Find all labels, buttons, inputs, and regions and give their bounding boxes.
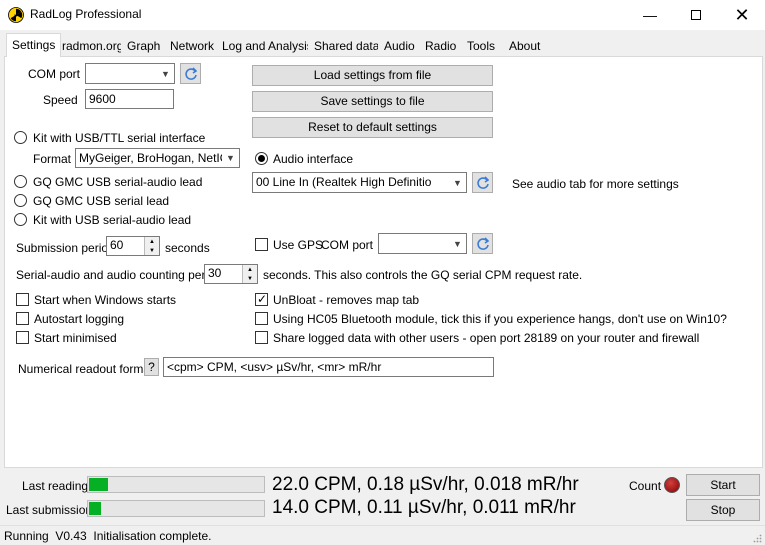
start-minimised-label: Start minimised	[34, 331, 117, 345]
radio-usb-ttl[interactable]	[14, 131, 27, 144]
minimize-button[interactable]: —	[627, 0, 673, 30]
last-reading-fill	[89, 478, 109, 491]
speed-input[interactable]: 9600	[85, 89, 174, 109]
tab-settings[interactable]: Settings	[6, 33, 62, 57]
close-icon: ✕	[734, 4, 750, 25]
close-button[interactable]: ✕	[719, 0, 765, 30]
format-label: Format	[33, 152, 72, 166]
tab-graph[interactable]: Graph	[121, 36, 167, 56]
com-port-label: COM port	[28, 67, 81, 81]
readout-format-input[interactable]: <cpm> CPM, <usv> µSv/hr, <mr> mR/hr	[163, 357, 494, 377]
tab-radmon[interactable]: radmon.org	[56, 36, 130, 56]
hc05-checkbox[interactable]	[255, 312, 268, 325]
autostart-logging-checkbox[interactable]	[16, 312, 29, 325]
minimize-icon: —	[643, 7, 657, 23]
last-submission-fill	[89, 502, 102, 515]
maximize-button[interactable]	[673, 0, 719, 30]
use-gps-label: Use GPS	[273, 238, 324, 252]
start-button[interactable]: Start	[686, 474, 760, 496]
unbloat-checkbox[interactable]: ✓	[255, 292, 268, 306]
counting-period-label: Serial-audio and audio counting period	[16, 268, 222, 282]
usb-ttl-label: Kit with USB/TTL serial interface	[33, 131, 206, 145]
radiation-icon	[8, 7, 24, 23]
load-settings-button[interactable]: Load settings from file	[252, 65, 493, 86]
submission-period-unit: seconds	[165, 241, 210, 255]
count-led-indicator	[664, 477, 680, 493]
tab-audio[interactable]: Audio	[378, 36, 421, 56]
gq-audio-label: GQ GMC USB serial-audio lead	[33, 175, 203, 189]
last-reading-value: 22.0 CPM, 0.18 µSv/hr, 0.018 mR/hr	[272, 474, 579, 495]
tab-shared-data[interactable]: Shared data	[308, 36, 386, 56]
com-port-select[interactable]: ▼	[85, 63, 175, 84]
start-minimised-checkbox[interactable]	[16, 331, 29, 344]
gps-refresh-button[interactable]	[472, 233, 493, 254]
start-with-windows-label: Start when Windows starts	[34, 293, 177, 307]
radio-audio-interface[interactable]	[255, 152, 268, 165]
spin-down-icon[interactable]: ▼	[144, 246, 159, 255]
start-with-windows-checkbox[interactable]	[16, 293, 29, 306]
radio-kit-usb-audio[interactable]	[14, 213, 27, 226]
counting-period-suffix: seconds. This also controls the GQ seria…	[263, 268, 583, 282]
audio-device-select[interactable]: 00 Line In (Realtek High Definitio ▼	[252, 172, 467, 193]
chevron-down-icon: ▼	[449, 173, 466, 192]
radio-gq-audio[interactable]	[14, 175, 27, 188]
checkmark-icon: ✓	[257, 292, 268, 306]
kit-usb-audio-label: Kit with USB serial-audio lead	[33, 213, 192, 227]
use-gps-checkbox[interactable]	[255, 238, 268, 251]
audio-refresh-button[interactable]	[472, 172, 493, 193]
last-submission-progress	[87, 500, 265, 517]
audio-tab-note: See audio tab for more settings	[512, 177, 679, 191]
window-title: RadLog Professional	[30, 7, 142, 21]
tab-network[interactable]: Network	[164, 36, 221, 56]
tab-log-analysis[interactable]: Log and Analysis	[216, 36, 319, 56]
chevron-down-icon: ▼	[157, 64, 174, 83]
hc05-label: Using HC05 Bluetooth module, tick this i…	[273, 312, 727, 326]
refresh-icon	[184, 66, 197, 80]
reset-settings-button[interactable]: Reset to default settings	[252, 117, 493, 138]
tab-tools[interactable]: Tools	[461, 36, 502, 56]
share-data-checkbox[interactable]	[255, 331, 268, 344]
tab-about[interactable]: About	[503, 36, 547, 56]
autostart-logging-label: Autostart logging	[34, 312, 125, 326]
maximize-icon	[691, 10, 701, 20]
speed-label: Speed	[43, 93, 78, 107]
count-label: Count	[629, 479, 662, 493]
readout-help-button[interactable]: ?	[144, 358, 159, 376]
share-data-label: Share logged data with other users - ope…	[273, 331, 700, 345]
audio-interface-label: Audio interface	[273, 152, 354, 166]
refresh-icon	[476, 236, 489, 250]
status-text: Running V0.43 Initialisation complete.	[4, 529, 212, 543]
format-select[interactable]: MyGeiger, BroHogan, NetIO ▼	[75, 148, 240, 168]
chevron-down-icon: ▼	[222, 149, 239, 167]
resize-grip-icon[interactable]	[752, 533, 762, 543]
readout-format-label: Numerical readout format	[18, 362, 154, 376]
refresh-icon	[476, 175, 489, 189]
gq-serial-label: GQ GMC USB serial lead	[33, 194, 170, 208]
last-submission-label: Last submission	[6, 503, 93, 517]
counting-period-spinner[interactable]: 30 ▲ ▼	[204, 264, 258, 284]
gps-com-label: COM port	[321, 238, 374, 252]
radio-gq-serial[interactable]	[14, 194, 27, 207]
title-bar: RadLog Professional — ✕	[0, 0, 765, 30]
last-reading-progress	[87, 476, 265, 493]
save-settings-button[interactable]: Save settings to file	[252, 91, 493, 112]
tab-radio[interactable]: Radio	[419, 36, 463, 56]
unbloat-label: UnBloat - removes map tab	[273, 293, 420, 307]
submission-period-spinner[interactable]: 60 ▲ ▼	[106, 236, 160, 256]
last-submission-value: 14.0 CPM, 0.11 µSv/hr, 0.011 mR/hr	[272, 497, 576, 518]
last-reading-label: Last reading	[22, 479, 89, 493]
chevron-down-icon: ▼	[449, 234, 466, 253]
spin-down-icon[interactable]: ▼	[242, 274, 257, 283]
gps-com-select[interactable]: ▼	[378, 233, 467, 254]
stop-button[interactable]: Stop	[686, 499, 760, 521]
com-refresh-button[interactable]	[180, 63, 201, 84]
submission-period-label: Submission period	[16, 241, 115, 255]
status-bar: Running V0.43 Initialisation complete.	[0, 525, 765, 545]
